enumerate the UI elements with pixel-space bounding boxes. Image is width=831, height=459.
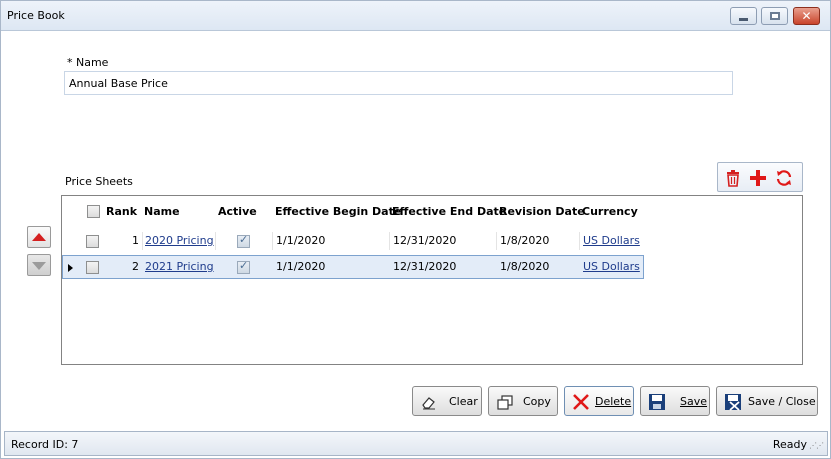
close-button[interactable]: ✕ <box>793 7 820 25</box>
save-close-label: Save / Close <box>748 395 816 408</box>
column-header-end-date[interactable]: Effective End Date <box>392 196 506 227</box>
delete-label: Delete <box>595 395 632 408</box>
current-row-indicator-icon <box>68 264 73 272</box>
copy-label: Copy <box>523 395 551 408</box>
column-header-begin-date[interactable]: Effective Begin Date <box>275 196 401 227</box>
column-header-active[interactable]: Active <box>218 196 257 227</box>
grid-toolbar <box>717 162 803 192</box>
row-revision-date: 1/8/2020 <box>500 260 550 273</box>
ready-status: Ready <box>772 438 807 451</box>
table-row[interactable]: 1 2020 Pricing 1/1/2020 12/31/2020 1/8/2… <box>62 229 644 253</box>
clear-label: Clear <box>449 395 478 408</box>
column-header-rank[interactable]: Rank <box>106 196 137 227</box>
row-active-checkbox[interactable] <box>237 233 250 248</box>
row-rank: 2 <box>132 260 139 273</box>
name-label: * Name <box>67 56 109 69</box>
delete-sheet-button[interactable] <box>721 166 745 190</box>
column-header-name[interactable]: Name <box>144 196 180 227</box>
refresh-icon <box>776 170 792 186</box>
row-select-checkbox[interactable] <box>86 261 99 274</box>
row-active-checkbox[interactable] <box>237 259 250 274</box>
arrow-up-icon <box>32 233 46 241</box>
record-id-status: Record ID: 7 <box>11 438 79 451</box>
column-header-currency[interactable]: Currency <box>582 196 638 227</box>
row-name-link[interactable]: 2021 Pricing <box>145 260 214 273</box>
save-close-icon <box>725 394 741 411</box>
row-revision-date: 1/8/2020 <box>500 234 550 247</box>
arrow-down-icon <box>32 262 46 270</box>
title-bar: Price Book ✕ <box>1 1 830 31</box>
column-header-revision-date[interactable]: Revision Date <box>499 196 585 227</box>
row-currency-link[interactable]: US Dollars <box>583 260 640 273</box>
name-input[interactable] <box>64 71 733 95</box>
move-up-button[interactable] <box>27 226 51 248</box>
trash-icon <box>727 170 739 187</box>
row-currency-link[interactable]: US Dollars <box>583 234 640 247</box>
maximize-icon <box>770 12 780 20</box>
floppy-disk-icon <box>649 394 665 410</box>
plus-icon <box>750 170 766 186</box>
save-button[interactable]: Save <box>640 386 710 416</box>
close-icon: ✕ <box>801 9 812 23</box>
clear-button[interactable]: Clear <box>412 386 482 416</box>
refresh-button[interactable] <box>772 166 796 190</box>
delete-x-icon <box>573 394 589 410</box>
maximize-button[interactable] <box>761 7 788 25</box>
row-rank: 1 <box>132 234 139 247</box>
save-close-button[interactable]: Save / Close <box>716 386 818 416</box>
price-book-window: Price Book ✕ * Name Price Sheets <box>0 0 831 459</box>
delete-button[interactable]: Delete <box>564 386 634 416</box>
row-name-link[interactable]: 2020 Pricing <box>145 234 214 247</box>
row-begin-date: 1/1/2020 <box>276 234 326 247</box>
row-end-date: 12/31/2020 <box>393 260 457 273</box>
minimize-button[interactable] <box>730 7 757 25</box>
copy-button[interactable]: Copy <box>488 386 558 416</box>
copy-icon <box>497 395 513 410</box>
move-down-button[interactable] <box>27 254 51 276</box>
minimize-icon <box>739 18 748 21</box>
save-label: Save <box>680 395 708 408</box>
window-title: Price Book <box>7 9 65 22</box>
add-sheet-button[interactable] <box>746 166 770 190</box>
row-select-checkbox[interactable] <box>86 235 99 248</box>
row-end-date: 12/31/2020 <box>393 234 457 247</box>
select-all-checkbox[interactable] <box>87 205 100 218</box>
price-sheets-label: Price Sheets <box>65 175 133 188</box>
row-begin-date: 1/1/2020 <box>276 260 326 273</box>
eraser-icon <box>422 397 435 410</box>
price-sheets-grid: Rank Name Active Effective Begin Date Ef… <box>61 195 803 365</box>
grid-header: Rank Name Active Effective Begin Date Ef… <box>62 196 644 227</box>
status-bar: Record ID: 7 Ready ⋰⋰ <box>4 431 828 456</box>
resize-grip-icon[interactable]: ⋰⋰ <box>809 441 824 450</box>
table-row-selected[interactable]: 2 2021 Pricing 1/1/2020 12/31/2020 1/8/2… <box>62 255 644 279</box>
